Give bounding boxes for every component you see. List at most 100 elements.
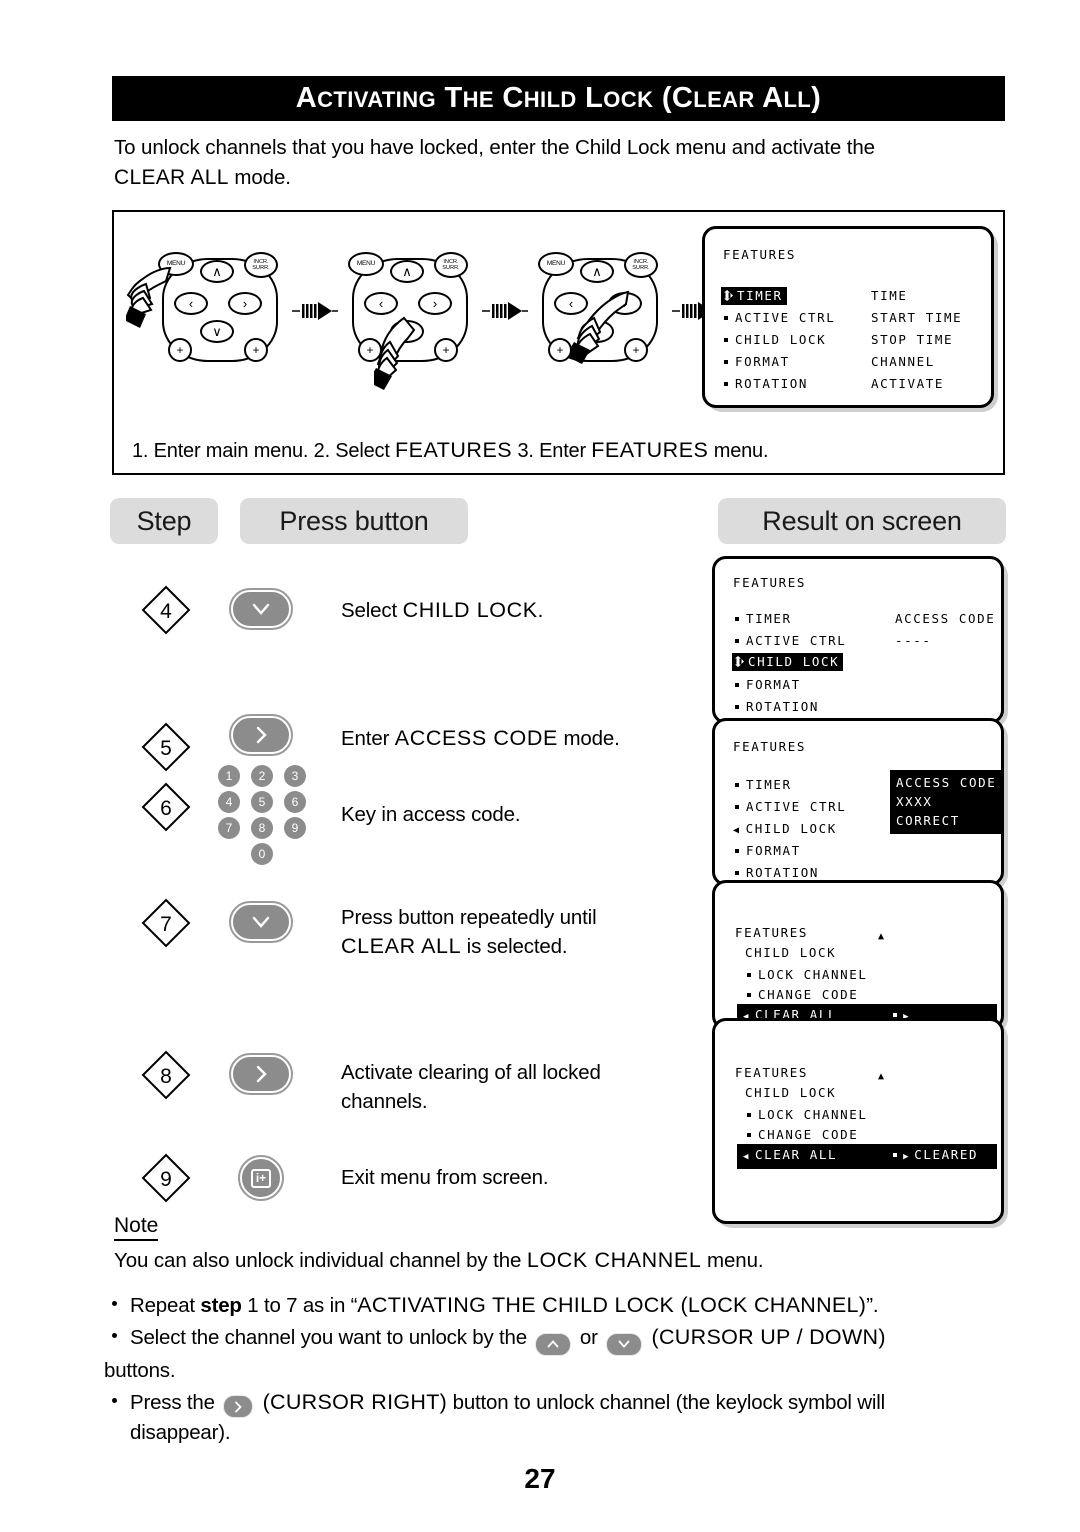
step-text-5: Enter ACCESS CODE mode. bbox=[341, 726, 620, 750]
note-bullet-3-cont: disappear). bbox=[130, 1421, 231, 1444]
step-text-4: Select CHILD LOCK. bbox=[341, 598, 544, 622]
remote-2: MENU INCR.SURR. ∧ ‹ › ∨ + + bbox=[342, 252, 477, 390]
osd-access-code-block: ACCESS CODE XXXX CORRECT bbox=[890, 770, 1003, 834]
note-label: Note bbox=[114, 1214, 159, 1241]
result-screen-4: FEATURES CHILD LOCK ▲ LOCK CHANNEL CHANG… bbox=[712, 1018, 1004, 1224]
osd-value-stop-time: STOP TIME bbox=[871, 332, 954, 347]
right-marker-icon: ▶ bbox=[903, 1152, 911, 1162]
osd-features-menu: FEATURES TIMER ACTIVE CTRL CHILD LOCK FO… bbox=[702, 226, 994, 408]
lock-marker-icon bbox=[724, 290, 733, 301]
keypad-key-6[interactable]: 6 bbox=[284, 791, 306, 813]
bullet-icon bbox=[735, 639, 739, 643]
cursor-down-button-inline[interactable] bbox=[606, 1332, 643, 1356]
diagram-caption: 1. Enter main menu. 2. Select FEATURES 3… bbox=[132, 438, 769, 462]
step-text-7: Press button repeatedly until CLEAR ALL … bbox=[341, 906, 597, 958]
flow-arrow-icon bbox=[292, 302, 338, 320]
remote-menu-button: MENU bbox=[348, 252, 384, 276]
hand-pointer-icon bbox=[570, 290, 630, 364]
osd-item-active-ctrl: ACTIVE CTRL bbox=[735, 633, 846, 648]
osd-access-code-label: ACCESS CODE bbox=[895, 611, 996, 626]
bullet-icon bbox=[112, 1397, 117, 1403]
lock-marker-icon bbox=[735, 656, 744, 667]
osd-item-active-ctrl: ACTIVE CTRL bbox=[735, 799, 846, 814]
keypad-key-7[interactable]: 7 bbox=[218, 817, 240, 839]
bullet-icon bbox=[735, 805, 739, 809]
keypad-key-2[interactable]: 2 bbox=[251, 765, 273, 787]
remote-cursor-down-button: ∨ bbox=[200, 320, 234, 343]
step-number-4: 4 bbox=[160, 600, 172, 623]
keypad-key-8[interactable]: 8 bbox=[251, 817, 273, 839]
osd-scroll-up-icon: ▲ bbox=[878, 931, 886, 942]
remote-cursor-up-button: ∧ bbox=[580, 260, 614, 283]
osd-item-active-ctrl: ACTIVE CTRL bbox=[724, 310, 835, 325]
page-title-bar: ACTIVATING THE CHILD LOCK (CLEAR ALL) bbox=[112, 76, 1005, 121]
intro-line1: To unlock channels that you have locked,… bbox=[114, 136, 875, 159]
numeric-keypad[interactable]: 1 2 3 4 5 6 7 8 9 0 bbox=[210, 765, 318, 865]
osd-title: FEATURES bbox=[723, 247, 797, 262]
hand-pointer-icon bbox=[374, 316, 416, 390]
intro-paragraph: To unlock channels that you have locked,… bbox=[114, 133, 944, 193]
osd-scroll-up-icon: ▲ bbox=[878, 1071, 886, 1082]
keypad-key-0[interactable]: 0 bbox=[251, 843, 273, 865]
cursor-right-button-step8[interactable] bbox=[229, 1053, 293, 1095]
remote-menu-button: MENU bbox=[538, 252, 574, 276]
result-screen-1: FEATURES TIMER ACTIVE CTRL CHILD LOCK FO… bbox=[712, 556, 1004, 724]
remote-cursor-up-button: ∧ bbox=[200, 260, 234, 283]
osd-item-rotation: ROTATION bbox=[724, 376, 808, 391]
cursor-down-button-step4[interactable] bbox=[229, 588, 293, 630]
note-body: You can also unlock individual channel b… bbox=[114, 1248, 764, 1272]
osd-title: FEATURES bbox=[733, 739, 807, 754]
bullet-icon bbox=[747, 993, 751, 997]
remote-incr-surr-button: INCR. SURR. bbox=[624, 252, 658, 278]
bullet-icon bbox=[747, 1113, 751, 1117]
keypad-key-9[interactable]: 9 bbox=[284, 817, 306, 839]
osd-item-timer: TIMER bbox=[735, 777, 792, 792]
step-number-5: 5 bbox=[160, 737, 172, 760]
note-bullet-1: Repeat step 1 to 7 as in “ACTIVATING THE… bbox=[104, 1290, 1024, 1321]
hand-pointer-icon bbox=[126, 266, 172, 328]
osd-item-child-lock: ◀ CHILD LOCK bbox=[733, 821, 837, 836]
osd-value-time: TIME bbox=[871, 288, 908, 303]
flow-arrow-icon bbox=[482, 302, 528, 320]
bullet-icon bbox=[747, 1133, 751, 1137]
osd-item-rotation: ROTATION bbox=[735, 865, 819, 880]
page-title: ACTIVATING THE CHILD LOCK (CLEAR ALL) bbox=[295, 82, 822, 114]
step-number-8: 8 bbox=[160, 1065, 172, 1088]
remote-incr-surr-button: INCR. SURR. bbox=[244, 252, 278, 278]
osd-item-lock-channel: LOCK CHANNEL bbox=[747, 967, 868, 982]
osd-value-channel: CHANNEL bbox=[871, 354, 935, 369]
keypad-key-4[interactable]: 4 bbox=[218, 791, 240, 813]
osd-item-format: FORMAT bbox=[735, 843, 801, 858]
note-bullet-2-cont: buttons. bbox=[104, 1358, 176, 1382]
bullet-icon bbox=[735, 705, 739, 709]
note-bullet-3: Press the (CURSOR RIGHT) button to unloc… bbox=[104, 1387, 1024, 1449]
info-plus-button-step9[interactable]: i+ bbox=[238, 1155, 284, 1201]
cursor-up-button-inline[interactable] bbox=[535, 1332, 572, 1356]
osd-value-start-time: START TIME bbox=[871, 310, 963, 325]
keypad-key-3[interactable]: 3 bbox=[284, 765, 306, 787]
osd-item-clear-all: ◀ CLEAR ALL ▶ CLEARED bbox=[737, 1144, 997, 1169]
bullet-icon bbox=[724, 316, 728, 320]
osd-subtitle: CHILD LOCK bbox=[745, 945, 837, 960]
left-marker-icon: ◀ bbox=[743, 1152, 751, 1162]
step-number-9: 9 bbox=[160, 1168, 172, 1191]
cursor-right-button-inline[interactable] bbox=[223, 1395, 254, 1418]
remote-3: MENU INCR.SURR. ∧ ‹ › ∨ + + bbox=[532, 252, 667, 370]
cursor-right-button-step5[interactable] bbox=[229, 714, 293, 756]
osd-item-timer: TIMER bbox=[735, 611, 792, 626]
bullet-icon bbox=[735, 783, 739, 787]
osd-item-child-lock: CHILD LOCK bbox=[724, 332, 826, 347]
osd-item-format: FORMAT bbox=[735, 677, 801, 692]
column-header-result-on-screen: Result on screen bbox=[718, 498, 1006, 544]
keypad-key-5[interactable]: 5 bbox=[251, 791, 273, 813]
bullet-icon bbox=[735, 617, 739, 621]
keypad-key-1[interactable]: 1 bbox=[218, 765, 240, 787]
osd-title: FEATURES bbox=[733, 575, 807, 590]
page-number: 27 bbox=[524, 1463, 556, 1494]
remote-plus-left-button: + bbox=[168, 338, 192, 362]
left-marker-icon: ◀ bbox=[733, 825, 741, 836]
chevron-right-icon bbox=[256, 1065, 267, 1083]
cursor-down-button-step7[interactable] bbox=[229, 901, 293, 943]
osd-item-rotation: ROTATION bbox=[735, 699, 819, 714]
remote-plus-right-button: + bbox=[244, 338, 268, 362]
